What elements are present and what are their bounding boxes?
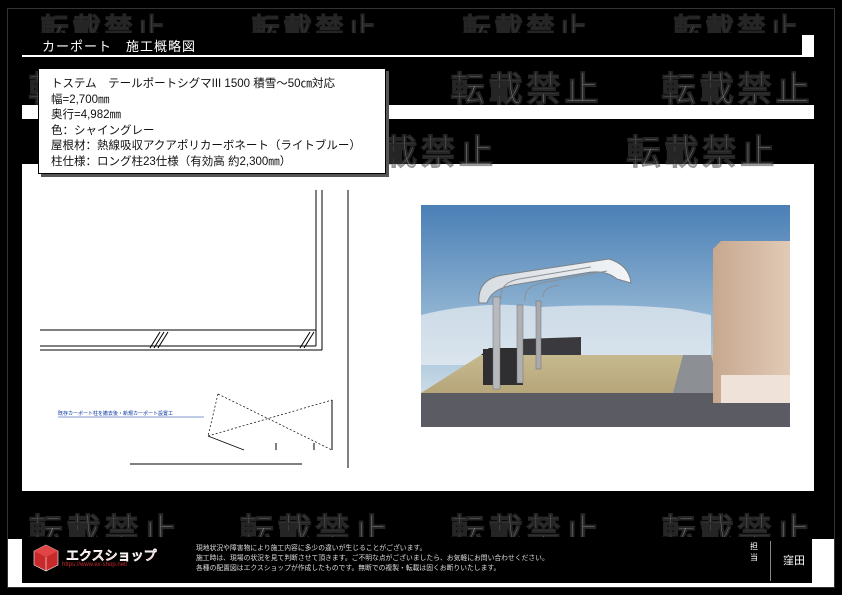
spec-box: トステム テールポートシグマIII 1500 積雪～50㎝対応 幅=2,700㎜… — [38, 68, 386, 174]
black-band-top — [8, 9, 834, 35]
black-band-left — [8, 35, 22, 491]
drawing-note: 既存カーポート柱を撤去後・新規カーポート設置工 — [58, 410, 173, 417]
spec-roof-material: 屋根材：熱線吸収アクアポリカーボネート（ライトブルー） — [51, 140, 361, 152]
spec-depth: 奥行=4,982㎜ — [51, 109, 121, 121]
staff-name: 窪田 — [783, 555, 805, 567]
fence-wall — [521, 337, 581, 355]
carport-outline — [207, 393, 333, 451]
footer-notes: 現地状況や障害物により施工内容に多少の違いが生じることがございます。 施工時は、… — [196, 544, 726, 574]
black-band-right — [814, 35, 834, 491]
plan-drawing: 既存カーポート柱を撤去後・新規カーポート設置工 — [40, 190, 349, 468]
footer-note: 施工時は、現場の状況を見て判断させて頂きます。ご不明な点がございましたら、お気軽… — [196, 555, 549, 562]
carport-column — [516, 304, 524, 384]
document-page: 転載禁止 転載禁止 転載禁止 転載禁止 転載禁止 転載禁止 転載禁止 転載禁止 … — [0, 0, 842, 595]
footer-note: 各種の配置図はエクスショップが作成したものです。無断での複製・転載は固くお断りい… — [196, 565, 501, 572]
house-base — [721, 375, 790, 403]
spec-width: 幅=2,700㎜ — [51, 93, 110, 106]
carport-edge — [207, 435, 245, 451]
staff-divider — [770, 541, 771, 581]
spec-color: 色：シャイングレー — [51, 124, 155, 137]
black-band-bottom — [8, 491, 834, 539]
carport-column — [492, 296, 501, 390]
carport-column — [535, 300, 542, 370]
staff-label: 担当 — [750, 542, 758, 562]
footer-note: 現地状況や障害物により施工内容に多少の違いが生じることがございます。 — [196, 545, 427, 552]
carport-render-image — [421, 205, 790, 427]
page-title: カーポート 施工概略図 — [42, 39, 197, 54]
logo-url[interactable]: https://www.ex-shop.net/ — [62, 562, 127, 568]
spec-column: 柱仕様：ロング柱23仕様（有効高 約2,300㎜） — [51, 155, 292, 168]
spec-product: トステム テールポートシグマIII 1500 積雪～50㎝対応 — [51, 78, 336, 90]
